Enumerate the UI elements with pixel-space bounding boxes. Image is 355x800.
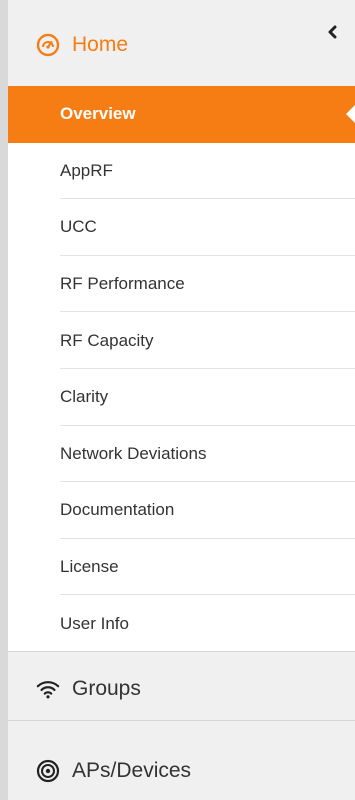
submenu-item-label: RF Performance: [60, 274, 185, 294]
submenu-item-label: Documentation: [60, 500, 175, 520]
submenu-item-label: Clarity: [60, 387, 109, 407]
sidebar-nav: Home Overview AppRF UCC RF Performance R…: [0, 0, 355, 800]
submenu-item-label: Overview: [60, 104, 136, 124]
submenu-item-rf-performance[interactable]: RF Performance: [8, 256, 355, 313]
submenu-item-label: AppRF: [60, 160, 113, 180]
nav-section-home[interactable]: Home: [8, 16, 355, 74]
active-indicator-arrow: [346, 105, 355, 124]
submenu-item-documentation[interactable]: Documentation: [8, 482, 355, 539]
nav-section-groups[interactable]: Groups: [8, 660, 355, 718]
submenu-item-overview[interactable]: Overview: [8, 86, 355, 143]
submenu-item-clarity[interactable]: Clarity: [8, 369, 355, 426]
sidebar-left-border: [0, 0, 8, 800]
submenu-item-apprf[interactable]: AppRF: [8, 143, 355, 200]
submenu-item-label: Network Deviations: [60, 443, 207, 463]
wifi-icon: [36, 677, 60, 701]
nav-section-aps-devices[interactable]: APs/Devices: [8, 742, 355, 800]
submenu-item-label: User Info: [60, 613, 129, 633]
submenu-item-label: RF Capacity: [60, 330, 154, 350]
access-point-icon: [36, 759, 60, 783]
submenu-item-rf-capacity[interactable]: RF Capacity: [8, 312, 355, 369]
section-divider: [8, 651, 355, 652]
submenu-item-user-info[interactable]: User Info: [8, 595, 355, 652]
section-divider: [8, 720, 355, 721]
submenu-item-label: UCC: [60, 217, 97, 237]
submenu-item-label: License: [60, 557, 119, 577]
nav-section-groups-label: Groups: [72, 677, 141, 700]
nav-section-home-label: Home: [72, 33, 129, 56]
submenu-item-license[interactable]: License: [8, 539, 355, 596]
submenu-item-network-deviations[interactable]: Network Deviations: [8, 426, 355, 483]
submenu-item-ucc[interactable]: UCC: [8, 199, 355, 256]
dashboard-gauge-icon: [36, 33, 60, 57]
nav-section-aps-devices-label: APs/Devices: [72, 759, 192, 782]
home-submenu: Overview AppRF UCC RF Performance RF Cap…: [8, 86, 355, 652]
